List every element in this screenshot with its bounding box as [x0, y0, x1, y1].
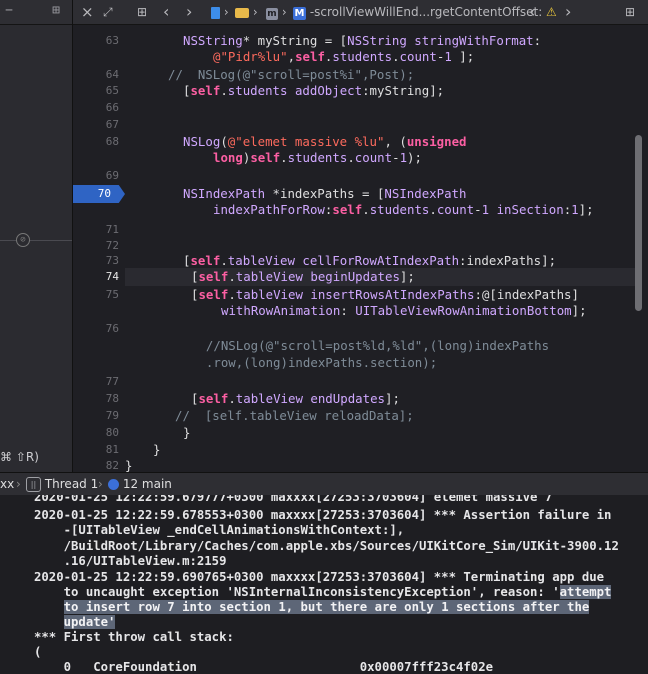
line-number: 63 — [105, 34, 119, 47]
close-tab-icon[interactable]: × — [81, 3, 94, 21]
line-number: 82 — [105, 459, 119, 472]
code-line: NSString* myString = [NSString stringWit… — [183, 33, 542, 48]
line-number: 81 — [105, 443, 119, 456]
line-number: 72 — [105, 239, 119, 252]
line-number: 75 — [105, 288, 119, 301]
breadcrumb-project[interactable]: › — [211, 3, 229, 21]
thread-icon: || — [26, 477, 41, 492]
method-icon: M — [293, 7, 306, 20]
line-number: 71 — [105, 223, 119, 236]
console-line: to insert row 7 into section 1, but ther… — [34, 600, 590, 615]
breakpoint-line-number: 70 — [97, 187, 111, 200]
code-line: NSIndexPath *indexPaths = [NSIndexPath — [183, 186, 467, 201]
selected-text: attempt — [559, 585, 612, 599]
console-text: to uncaught exception 'NSInternalInconsi… — [34, 585, 560, 599]
console-line: /BuildRoot/Library/Caches/com.apple.xbs/… — [34, 539, 619, 553]
chevron-right-icon: › — [16, 477, 21, 491]
add-editor-icon[interactable]: ⊞ — [625, 3, 635, 21]
code-line: indexPathForRow:self.students.count-1 in… — [213, 202, 594, 217]
project-icon — [211, 6, 220, 19]
breadcrumb-file[interactable]: m › — [266, 3, 287, 21]
line-number: 69 — [105, 169, 119, 182]
line-number: 66 — [105, 101, 119, 114]
code-line: @"Pidr%lu",self.students.count-1 ]; — [213, 49, 475, 64]
process-label[interactable]: xx — [0, 475, 14, 493]
line-number: 76 — [105, 322, 119, 335]
source-editor[interactable]: 63 64 65 66 67 68 69 71 72 73 74 75 76 7… — [73, 25, 648, 472]
code-line: .row,(long)indexPaths.section); — [191, 355, 438, 370]
code-line: long)self.students.count-1); — [213, 150, 422, 165]
console-line: 2020-01-25 12:22:59.678553+0300 maxxxx[2… — [34, 508, 612, 522]
code-line: } — [183, 425, 191, 440]
thread-label: Thread 1 — [44, 477, 99, 491]
warning-icon[interactable]: ⚠ — [546, 3, 557, 21]
console-line: ( — [34, 645, 42, 659]
line-number: 80 — [105, 426, 119, 439]
breadcrumb-method-label: -scrollViewWillEnd...rgetContentOffset: — [309, 5, 543, 19]
console-line: .16/UITableView.m:2159 — [34, 554, 227, 568]
chevron-right-icon: › — [98, 477, 103, 491]
breadcrumb-method[interactable]: M -scrollViewWillEnd...rgetContentOffset… — [293, 3, 542, 21]
line-number: 78 — [105, 392, 119, 405]
line-number: 79 — [105, 409, 119, 422]
slider-knob[interactable]: ⊘ — [16, 233, 30, 247]
code-line: [self.tableView cellForRowAtIndexPath:in… — [183, 253, 557, 268]
line-number: 67 — [105, 118, 119, 131]
code-line: } — [125, 458, 133, 472]
line-number: 65 — [105, 84, 119, 97]
console-output[interactable]: 2020-01-25 12:22:59.679777+0300 maxxxx[2… — [0, 495, 648, 674]
code-line: [self.tableView beginUpdates]; — [191, 269, 415, 284]
previous-issue-icon[interactable]: ‹ — [529, 3, 535, 21]
m-file-icon: m — [266, 8, 278, 20]
code-line: NSLog(@"elemet massive %lu", (unsigned — [183, 134, 467, 149]
debug-area-left-pane: − ⊞ ⊘ ⌘ ⇧R) — [0, 0, 73, 472]
left-pane-toolbar: − ⊞ — [0, 0, 72, 25]
code-line: // NSLog(@"scroll=post%i",Post); — [168, 67, 415, 82]
debug-bar: xx › || Thread 1 › 12 main — [0, 472, 648, 496]
console-line: to uncaught exception 'NSInternalInconsi… — [34, 585, 612, 600]
forward-arrow-icon[interactable]: › — [186, 3, 192, 21]
selected-text: update' — [63, 615, 116, 629]
grid-icon[interactable]: ⊞ — [137, 3, 147, 21]
line-number: 77 — [105, 375, 119, 388]
console-line: 2020-01-25 12:22:59.690765+0300 maxxxx[2… — [34, 570, 605, 584]
breakpoint-marker[interactable]: 70 — [73, 185, 125, 203]
folder-icon — [235, 7, 249, 18]
split-editor-icon[interactable]: ⊞ — [47, 2, 65, 20]
line-number: 64 — [105, 68, 119, 81]
frame-label: 12 main — [122, 477, 172, 491]
code-line: [self.tableView endUpdates]; — [191, 391, 400, 406]
code-line: // [self.tableView reloadData]; — [175, 408, 414, 423]
divider — [0, 240, 72, 241]
line-number: 73 — [105, 254, 119, 267]
code-line: [self.students addObject:myString]; — [183, 83, 445, 98]
console-line: *** First throw call stack: — [34, 630, 234, 644]
line-number: 74 — [105, 270, 119, 283]
jump-bar: × ⤢ ⊞ ‹ › › › m › M -scrollViewWillEnd..… — [73, 0, 648, 25]
back-arrow-icon[interactable]: ‹ — [163, 3, 169, 21]
next-issue-icon[interactable]: › — [565, 3, 571, 21]
shortcut-hint: ⌘ ⇧R) — [0, 450, 39, 464]
related-items-icon[interactable]: ⤢ — [103, 3, 113, 21]
selected-text: to insert row 7 into section 1, but ther… — [63, 600, 590, 614]
line-number-gutter: 63 64 65 66 67 68 69 71 72 73 74 75 76 7… — [73, 25, 119, 472]
code-line: withRowAnimation: UITableViewRowAnimatio… — [221, 303, 587, 318]
code-line: //NSLog(@"scroll=post%ld,%ld",(long)inde… — [191, 338, 550, 353]
code-line: [self.tableView insertRowsAtIndexPaths:@… — [191, 287, 579, 302]
code-area[interactable]: NSString* myString = [NSString stringWit… — [125, 25, 635, 472]
line-number: 68 — [105, 135, 119, 148]
console-line: update' — [34, 615, 116, 630]
breadcrumb-folder[interactable]: › — [235, 3, 258, 21]
thread-selector[interactable]: || Thread 1 — [26, 475, 98, 493]
minus-icon[interactable]: − — [0, 2, 18, 20]
frame-selector[interactable]: 12 main — [108, 475, 172, 493]
console-line: 2020-01-25 12:22:59.679777+0300 maxxxx[2… — [34, 495, 553, 504]
stack-frame-icon — [108, 479, 119, 490]
console-line: -[UITableView _endCellAnimationsWithCont… — [34, 523, 405, 537]
code-line: } — [153, 442, 161, 457]
console-line: 0 CoreFoundation 0x00007fff23c4f02e — [34, 660, 494, 674]
vertical-scrollbar[interactable] — [635, 135, 642, 311]
